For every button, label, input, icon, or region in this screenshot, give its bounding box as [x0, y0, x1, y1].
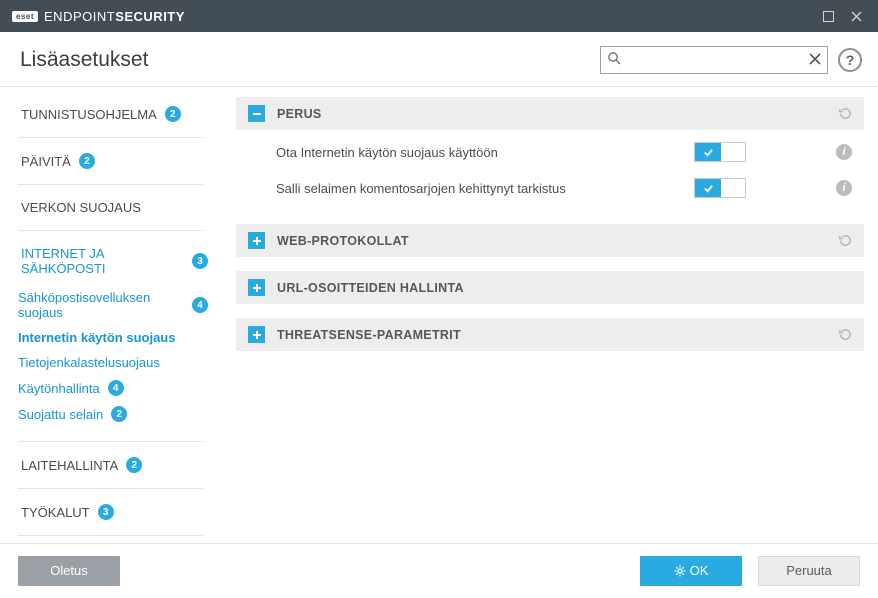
brand-name-bold: SECURITY [115, 9, 185, 24]
badge: 2 [165, 106, 181, 122]
setting-row: Salli selaimen komentosarjojen kehittyny… [236, 170, 864, 206]
sidebar-item-label: PÄIVITÄ [21, 154, 71, 169]
section-web-protocols: WEB-PROTOKOLLAT [236, 224, 864, 257]
expand-icon [248, 232, 265, 249]
badge: 2 [126, 457, 142, 473]
sidebar-sub-web-control[interactable]: Käytönhallinta 4 [0, 375, 222, 401]
sidebar-sub-label: Suojattu selain [18, 407, 103, 422]
default-button[interactable]: Oletus [18, 556, 120, 586]
badge: 4 [192, 297, 208, 313]
toggle-browser-script-scan[interactable] [694, 178, 746, 198]
button-label: Peruuta [786, 563, 832, 578]
help-button[interactable]: ? [838, 48, 862, 72]
toggle-enable-web-access-protection[interactable] [694, 142, 746, 162]
badge: 3 [192, 253, 208, 269]
setting-label: Ota Internetin käytön suojaus käyttöön [276, 145, 694, 160]
sidebar-sub-secure-browser[interactable]: Suojattu selain 2 [0, 401, 222, 427]
badge: 2 [111, 406, 127, 422]
sidebar-item-label: TYÖKALUT [21, 505, 90, 520]
sidebar-item-device-control[interactable]: LAITEHALLINTA 2 [0, 448, 222, 482]
section-title: URL-OSOITTEIDEN HALLINTA [277, 281, 852, 295]
content: PERUS Ota Internetin käytön suojaus käyt… [222, 87, 878, 543]
toggle-on-indicator [695, 179, 721, 197]
section-header-threatsense[interactable]: THREATSENSE-PARAMETRIT [236, 318, 864, 351]
sidebar-item-network-protection[interactable]: VERKON SUOJAUS [0, 191, 222, 224]
sidebar-sub-email-client-protection[interactable]: Sähköpostisovelluksen suojaus 4 [0, 285, 222, 325]
toggle-on-indicator [695, 143, 721, 161]
sidebar-item-detection-engine[interactable]: TUNNISTUSOHJELMA 2 [0, 97, 222, 131]
cancel-button[interactable]: Peruuta [758, 556, 860, 586]
revert-icon[interactable] [837, 106, 852, 121]
sidebar-item-label: TUNNISTUSOHJELMA [21, 107, 157, 122]
sidebar-sub-anti-phishing[interactable]: Tietojenkalastelusuojaus [0, 350, 222, 375]
sidebar-item-user-interface[interactable]: KÄYTTÖLIITTYMÄ 1 [0, 542, 222, 543]
revert-icon[interactable] [837, 233, 852, 248]
search-box[interactable] [600, 46, 828, 74]
clear-icon[interactable] [809, 52, 821, 68]
sidebar-sub-label: Internetin käytön suojaus [18, 330, 175, 345]
ok-button[interactable]: OK [640, 556, 742, 586]
button-label: Oletus [50, 563, 88, 578]
section-basic: PERUS Ota Internetin käytön suojaus käyt… [236, 97, 864, 210]
sidebar-item-label: VERKON SUOJAUS [21, 200, 141, 215]
section-url-management: URL-OSOITTEIDEN HALLINTA [236, 271, 864, 304]
sidebar-item-label: INTERNET JA SÄHKÖPOSTI [21, 246, 184, 276]
section-threatsense: THREATSENSE-PARAMETRIT [236, 318, 864, 351]
expand-icon [248, 326, 265, 343]
button-label: OK [690, 563, 709, 578]
gear-icon [674, 565, 686, 577]
badge: 4 [108, 380, 124, 396]
sidebar-item-tools[interactable]: TYÖKALUT 3 [0, 495, 222, 529]
sidebar-item-label: LAITEHALLINTA [21, 458, 118, 473]
revert-icon[interactable] [837, 327, 852, 342]
titlebar: eset ENDPOINT SECURITY [0, 0, 878, 32]
section-header-basic[interactable]: PERUS [236, 97, 864, 130]
expand-icon [248, 279, 265, 296]
collapse-icon [248, 105, 265, 122]
section-title: WEB-PROTOKOLLAT [277, 234, 837, 248]
search-input[interactable] [601, 47, 827, 73]
footer: Oletus OK Peruuta [0, 543, 878, 597]
sidebar-item-web-and-email[interactable]: INTERNET JA SÄHKÖPOSTI 3 [0, 237, 222, 285]
badge: 2 [79, 153, 95, 169]
sidebar-sub-web-access-protection[interactable]: Internetin käytön suojaus [0, 325, 222, 350]
sidebar: TUNNISTUSOHJELMA 2 PÄIVITÄ 2 VERKON SUOJ… [0, 87, 222, 543]
search-icon [607, 51, 621, 70]
sidebar-sub-label: Sähköpostisovelluksen suojaus [18, 290, 184, 320]
sidebar-sub-label: Käytönhallinta [18, 381, 100, 396]
brand-name-thin: ENDPOINT [44, 9, 115, 24]
sidebar-sub-label: Tietojenkalastelusuojaus [18, 355, 160, 370]
section-title: PERUS [277, 107, 837, 121]
setting-row: Ota Internetin käytön suojaus käyttöön i [236, 134, 864, 170]
section-header-url-management[interactable]: URL-OSOITTEIDEN HALLINTA [236, 271, 864, 304]
brand-badge: eset [12, 11, 38, 22]
window-close-icon[interactable] [842, 0, 870, 32]
section-header-web-protocols[interactable]: WEB-PROTOKOLLAT [236, 224, 864, 257]
badge: 3 [98, 504, 114, 520]
header: Lisäasetukset ? [0, 32, 878, 87]
section-body-basic: Ota Internetin käytön suojaus käyttöön i… [236, 130, 864, 210]
info-icon[interactable]: i [836, 144, 852, 160]
section-title: THREATSENSE-PARAMETRIT [277, 328, 837, 342]
sidebar-item-update[interactable]: PÄIVITÄ 2 [0, 144, 222, 178]
setting-label: Salli selaimen komentosarjojen kehittyny… [276, 181, 694, 196]
window-maximize-icon[interactable] [814, 0, 842, 32]
page-title: Lisäasetukset [20, 48, 600, 72]
info-icon[interactable]: i [836, 180, 852, 196]
help-icon: ? [846, 52, 855, 68]
